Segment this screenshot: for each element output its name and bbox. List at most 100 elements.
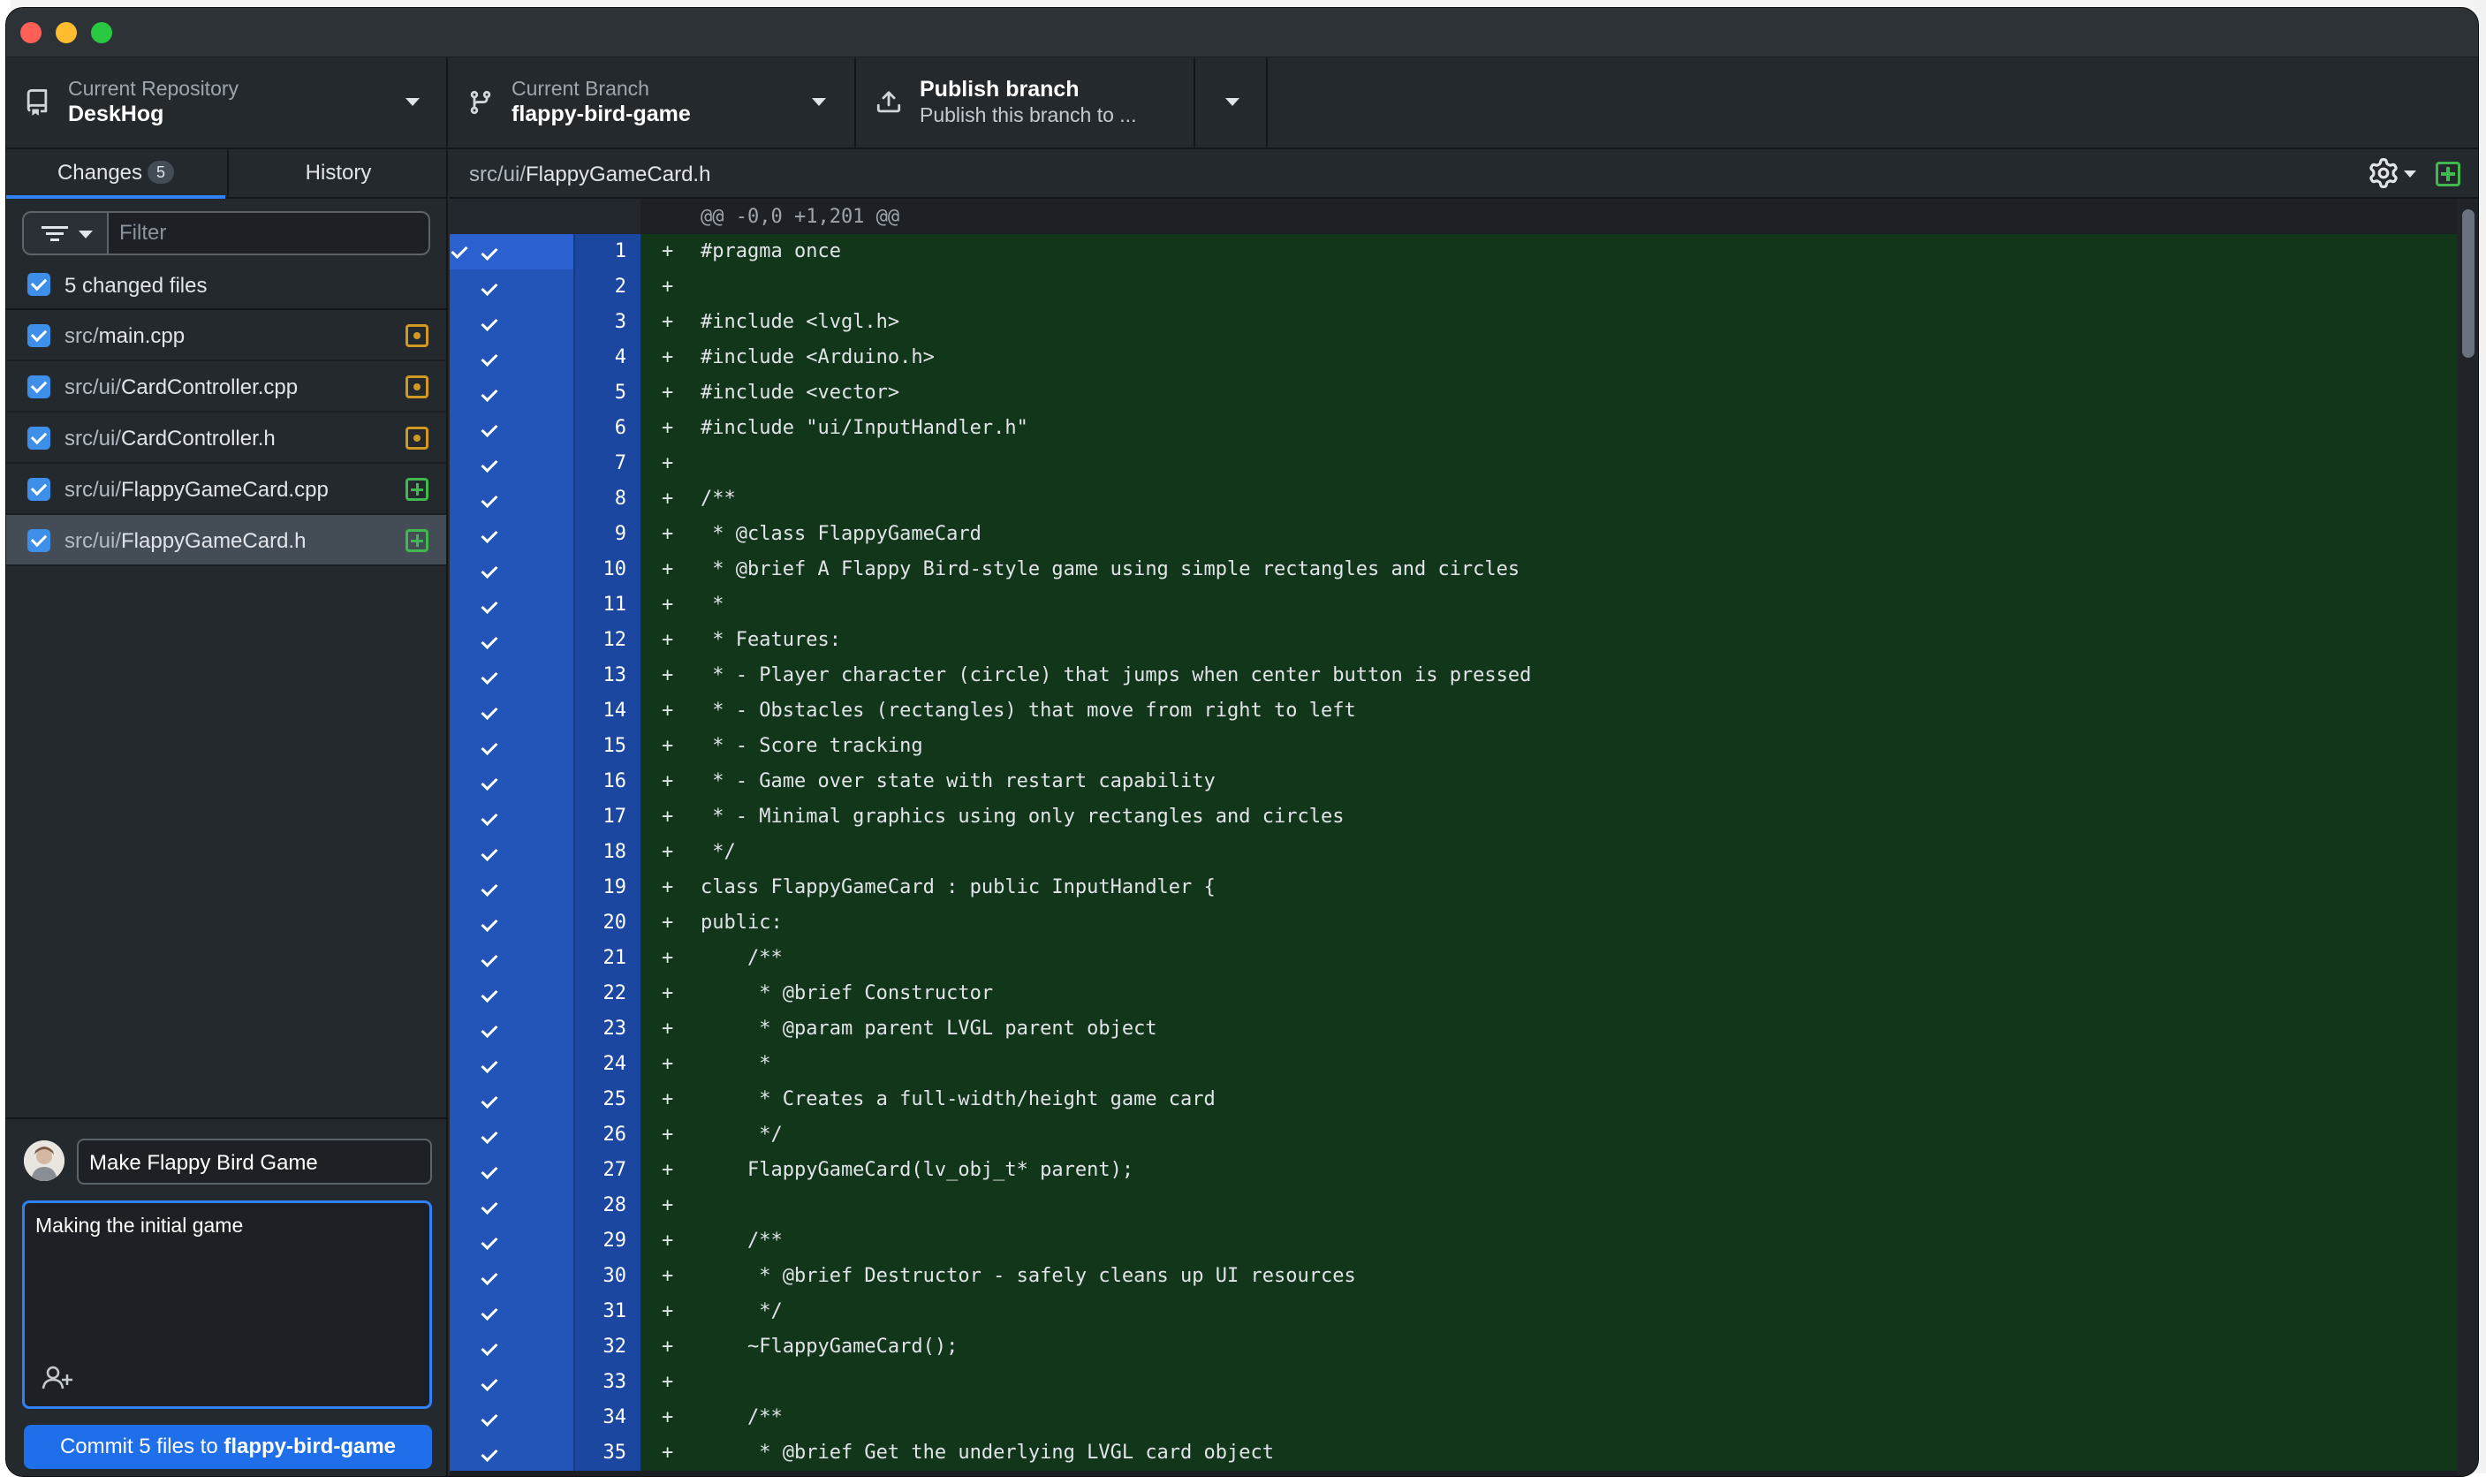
diff-line[interactable]: 17 + * - Minimal graphics using only rect… <box>450 799 2457 835</box>
diff-line[interactable]: 35 + * @brief Get the underlying LVGL car… <box>450 1435 2457 1471</box>
line-selection-gutter[interactable] <box>450 1082 573 1117</box>
diff-line[interactable]: 19 + class FlappyGameCard : public InputHa… <box>450 870 2457 905</box>
line-selection-gutter[interactable] <box>450 835 573 870</box>
line-selection-gutter[interactable] <box>450 1435 573 1471</box>
diff-line[interactable]: 12 + * Features: <box>450 623 2457 658</box>
zoom-window-button[interactable] <box>91 22 112 43</box>
file-checkbox[interactable] <box>27 375 50 398</box>
add-coauthor-icon[interactable] <box>41 1364 76 1392</box>
line-selection-gutter[interactable] <box>450 623 573 658</box>
commit-description-input[interactable]: Making the initial game <box>22 1200 432 1409</box>
diff-line[interactable]: 3 + #include <lvgl.h> <box>450 305 2457 340</box>
diff-line[interactable]: 7 + <box>450 446 2457 481</box>
line-number: 13 <box>573 658 640 693</box>
filter-input[interactable] <box>107 211 430 255</box>
file-row[interactable]: src/ui/FlappyGameCard.cpp <box>6 464 446 515</box>
diff-line[interactable]: 13 + * - Player character (circle) that j… <box>450 658 2457 693</box>
line-selection-gutter[interactable] <box>450 269 573 305</box>
diff-line[interactable]: 5 + #include <vector> <box>450 375 2457 411</box>
file-checkbox[interactable] <box>27 427 50 450</box>
diff-line[interactable]: 8 + /** <box>450 481 2457 517</box>
diff-line[interactable]: 11 + * <box>450 587 2457 623</box>
line-selection-gutter[interactable] <box>450 340 573 375</box>
publish-branch-button[interactable]: Publish branch Publish this branch to ..… <box>858 57 1195 148</box>
file-row-selected[interactable]: src/ui/FlappyGameCard.h <box>6 515 446 566</box>
line-selection-gutter[interactable] <box>450 1400 573 1435</box>
diff-line[interactable]: 25 + * Creates a full-width/height game c… <box>450 1082 2457 1117</box>
line-selection-gutter[interactable] <box>450 1259 573 1294</box>
minimize-window-button[interactable] <box>56 22 77 43</box>
line-selection-gutter[interactable] <box>450 729 573 764</box>
line-selection-gutter[interactable] <box>450 976 573 1011</box>
diff-line[interactable]: 27 + FlappyGameCard(lv_obj_t* parent); <box>450 1153 2457 1188</box>
diff-line[interactable]: 29 + /** <box>450 1223 2457 1259</box>
gear-icon[interactable] <box>2369 158 2399 188</box>
file-checkbox[interactable] <box>27 529 50 552</box>
commit-summary-input[interactable]: Make Flappy Bird Game <box>77 1139 432 1185</box>
tab-changes[interactable]: Changes 5 <box>6 149 225 199</box>
diff-line[interactable]: 14 + * - Obstacles (rectangles) that move… <box>450 693 2457 729</box>
diff-line[interactable]: 18 + */ <box>450 835 2457 870</box>
commit-button[interactable]: Commit 5 files to flappy-bird-game <box>24 1425 432 1469</box>
publish-options-dropdown[interactable] <box>1197 57 1268 148</box>
line-selection-gutter[interactable] <box>450 1294 573 1329</box>
close-window-button[interactable] <box>20 22 42 43</box>
line-selection-gutter[interactable] <box>450 1047 573 1082</box>
line-selection-gutter[interactable] <box>450 375 573 411</box>
file-row[interactable]: src/ui/CardController.h <box>6 413 446 464</box>
line-selection-gutter[interactable] <box>450 517 573 552</box>
line-selection-gutter[interactable] <box>450 411 573 446</box>
line-selection-gutter[interactable] <box>450 1223 573 1259</box>
diff-line[interactable]: 30 + * @brief Destructor - safely cleans … <box>450 1259 2457 1294</box>
line-selection-gutter[interactable] <box>450 905 573 941</box>
line-selection-gutter[interactable] <box>450 234 573 269</box>
line-selection-gutter[interactable] <box>450 552 573 587</box>
diff-line[interactable]: 6 + #include "ui/InputHandler.h" <box>450 411 2457 446</box>
line-selection-gutter[interactable] <box>450 658 573 693</box>
diff-line[interactable]: 33 + <box>450 1365 2457 1400</box>
select-all-checkbox[interactable] <box>27 273 50 296</box>
diff-line[interactable]: 4 + #include <Arduino.h> <box>450 340 2457 375</box>
line-selection-gutter[interactable] <box>450 587 573 623</box>
diff-line[interactable]: 24 + * <box>450 1047 2457 1082</box>
diff-line[interactable]: 20 + public: <box>450 905 2457 941</box>
line-selection-gutter[interactable] <box>450 764 573 799</box>
line-selection-gutter[interactable] <box>450 1011 573 1047</box>
line-selection-gutter[interactable] <box>450 693 573 729</box>
line-selection-gutter[interactable] <box>450 941 573 976</box>
file-row[interactable]: src/ui/CardController.cpp <box>6 361 446 413</box>
line-selection-gutter[interactable] <box>450 799 573 835</box>
diff-line[interactable]: 32 + ~FlappyGameCard(); <box>450 1329 2457 1365</box>
scroll-thumb[interactable] <box>2462 209 2475 358</box>
diff-line[interactable]: 22 + * @brief Constructor <box>450 976 2457 1011</box>
line-selection-gutter[interactable] <box>450 1188 573 1223</box>
file-checkbox[interactable] <box>27 324 50 347</box>
diff-line[interactable]: 34 + /** <box>450 1400 2457 1435</box>
line-selection-gutter[interactable] <box>450 305 573 340</box>
diff-line[interactable]: 23 + * @param parent LVGL parent object <box>450 1011 2457 1047</box>
line-selection-gutter[interactable] <box>450 446 573 481</box>
line-selection-gutter[interactable] <box>450 481 573 517</box>
line-selection-gutter[interactable] <box>450 1365 573 1400</box>
diff-line[interactable]: 15 + * - Score tracking <box>450 729 2457 764</box>
line-selection-gutter[interactable] <box>450 1329 573 1365</box>
diff-line[interactable]: 1 + #pragma once <box>450 234 2457 269</box>
diff-line[interactable]: 2 + <box>450 269 2457 305</box>
filter-options-button[interactable] <box>22 211 109 255</box>
current-branch-button[interactable]: Current Branch flappy-bird-game <box>450 57 856 148</box>
file-checkbox[interactable] <box>27 478 50 501</box>
diff-line[interactable]: 28 + <box>450 1188 2457 1223</box>
diff-line[interactable]: 31 + */ <box>450 1294 2457 1329</box>
file-row[interactable]: src/main.cpp <box>6 310 446 361</box>
diff-line[interactable]: 16 + * - Game over state with restart cap… <box>450 764 2457 799</box>
diff-line[interactable]: 9 + * @class FlappyGameCard <box>450 517 2457 552</box>
diff-line[interactable]: 10 + * @brief A Flappy Bird-style game us… <box>450 552 2457 587</box>
line-selection-gutter[interactable] <box>450 870 573 905</box>
tab-history[interactable]: History <box>227 149 448 199</box>
diff-line[interactable]: 26 + */ <box>450 1117 2457 1153</box>
current-repository-button[interactable]: Current Repository DeskHog <box>6 57 448 148</box>
line-selection-gutter[interactable] <box>450 1153 573 1188</box>
line-selection-gutter[interactable] <box>450 1117 573 1153</box>
diff-line[interactable]: 21 + /** <box>450 941 2457 976</box>
diff-scrollbar[interactable] <box>2457 199 2478 1476</box>
